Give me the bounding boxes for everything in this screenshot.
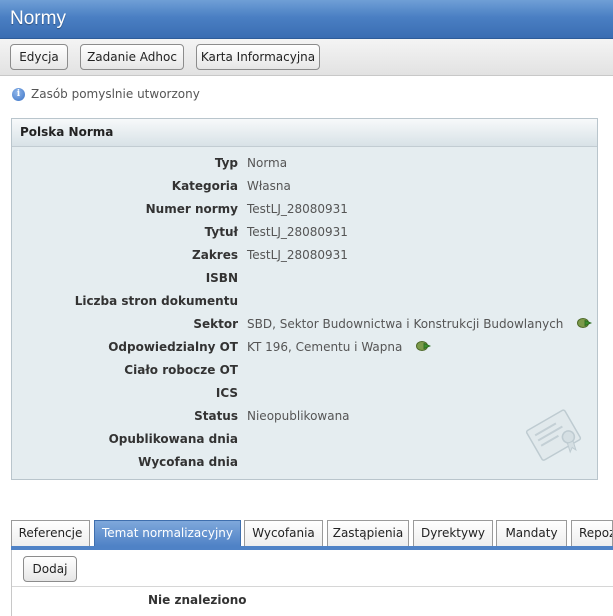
tab-references[interactable]: Referencje [11,520,90,546]
edit-button[interactable]: Edycja [10,44,68,70]
empty-message: Nie znaleziono [148,593,247,607]
field-label: Opublikowana dnia [108,432,238,446]
field-label: Liczba stron dokumentu [74,294,238,308]
field-value: TestLJ_28080931 [247,225,348,239]
field-value: SBD, Sektor Budownictwa i Konstrukcji Bu… [247,317,564,331]
field-label: Status [194,409,238,423]
page-title: Normy [10,8,66,29]
toolbar: Edycja Zadanie Adhoc Karta Informacyjna [0,39,613,76]
field-value: TestLJ_28080931 [247,248,348,262]
field-label: Ciało robocze OT [124,363,238,377]
field-label: Wycofana dnia [138,455,238,469]
field-row-published-date: Opublikowana dnia [12,430,599,450]
title-bar: Normy [0,0,613,39]
field-label: Tytuł [204,225,238,239]
field-value: Norma [247,156,288,170]
field-row-category: Kategoria Własna [12,177,599,197]
tab-bar: Referencje Temat normalizacyjny Wycofani… [11,520,613,548]
field-label: ISBN [205,271,238,285]
field-row-working-body: Ciało robocze OT [12,361,599,381]
field-row-responsible-committee: Odpowiedzialny OT KT 196, Cementu i Wapn… [12,338,599,358]
info-card-button[interactable]: Karta Informacyjna [196,44,320,70]
field-value: KT 196, Cementu i Wapna [247,340,403,354]
tab-replacements[interactable]: Zastąpienia [327,520,409,546]
go-to-link-icon[interactable] [416,340,432,355]
tab-content: Dodaj Nie znaleziono [11,550,613,616]
field-row-title: Tytuł TestLJ_28080931 [12,223,599,243]
field-label: Zakres [192,248,238,262]
add-button[interactable]: Dodaj [23,556,77,582]
field-row-sector: Sektor SBD, Sektor Budownictwa i Konstru… [12,315,599,335]
field-label: Odpowiedzialny OT [108,340,238,354]
tab-withdrawals[interactable]: Wycofania [244,520,323,546]
field-value: Nieopublikowana [247,409,350,423]
field-label: Numer normy [145,202,238,216]
field-label: ICS [215,386,238,400]
field-value-with-link: KT 196, Cementu i Wapna [247,340,432,355]
field-row-type: Typ Norma [12,154,599,174]
divider [12,586,613,587]
field-row-status: Status Nieopublikowana [12,407,599,427]
tab-standardization-topic[interactable]: Temat normalizacyjny [94,520,241,546]
info-icon: i [12,87,25,101]
field-row-page-count: Liczba stron dokumentu [12,292,599,312]
field-row-scope: Zakres TestLJ_28080931 [12,246,599,266]
field-row-isbn: ISBN [12,269,599,289]
status-message: i Zasób pomyslnie utworzony [12,86,200,102]
field-row-standard-number: Numer normy TestLJ_28080931 [12,200,599,220]
field-label: Kategoria [171,179,238,193]
details-panel: Polska Norma Typ Norma Kategoria Własna … [11,118,598,480]
tab-mandates[interactable]: Mandaty [496,520,567,546]
tab-repositories[interactable]: Repozytoria [571,520,613,546]
field-label: Typ [214,156,238,170]
field-value: Własna [247,179,291,193]
panel-title: Polska Norma [12,119,597,147]
field-row-withdrawn-date: Wycofana dnia [12,453,599,473]
field-label: Sektor [193,317,238,331]
field-row-ics: ICS [12,384,599,404]
status-text: Zasób pomyslnie utworzony [31,87,200,101]
go-to-link-icon[interactable] [577,317,593,332]
field-value: TestLJ_28080931 [247,202,348,216]
tab-directives[interactable]: Dyrektywy [413,520,493,546]
adhoc-task-button[interactable]: Zadanie Adhoc [80,44,184,70]
certificate-icon [522,404,586,468]
field-value-with-link: SBD, Sektor Budownictwa i Konstrukcji Bu… [247,317,593,332]
